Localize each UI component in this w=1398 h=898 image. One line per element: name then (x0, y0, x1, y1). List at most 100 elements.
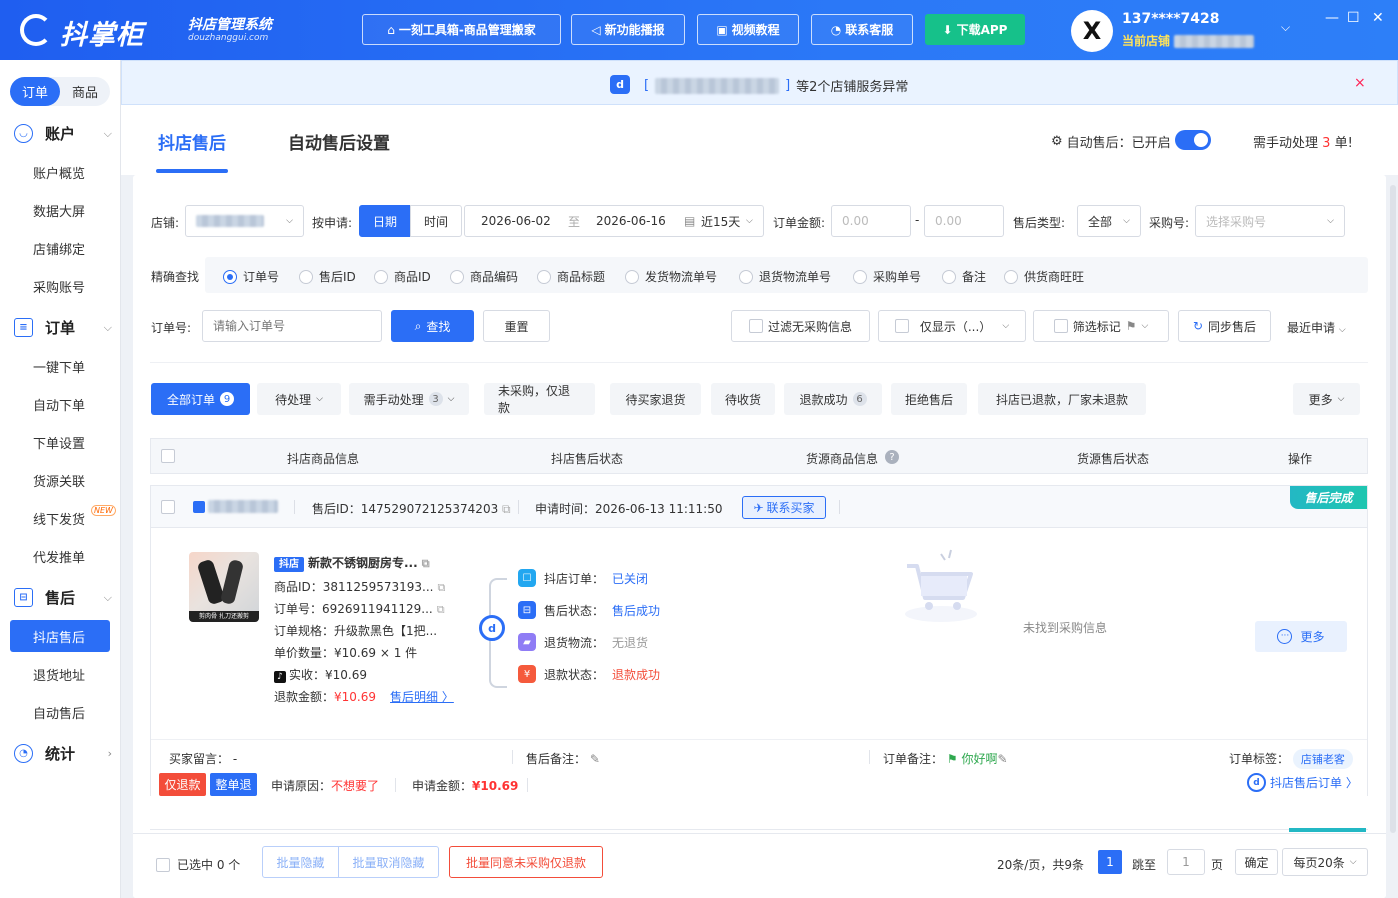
edit-icon[interactable]: ✎ (997, 752, 1007, 766)
flag-icon: ⚑ (1125, 319, 1137, 333)
shop-select[interactable]: ⌵ (185, 205, 304, 237)
douyin-aftersale-order-link[interactable]: d 抖店售后订单 〉 (1247, 773, 1358, 792)
amount-max-input[interactable]: 0.00 (924, 205, 1004, 237)
aftersale-type-select[interactable]: 全部 ⌵ (1077, 205, 1141, 237)
account-dropdown-icon[interactable]: ⌵ (1281, 20, 1290, 35)
order-icon: ☐ (518, 569, 536, 587)
close-window-icon[interactable]: ✕ (1372, 10, 1384, 26)
avatar[interactable]: X (1071, 10, 1113, 52)
jump-confirm-button[interactable]: 确定 (1235, 849, 1278, 875)
help-icon[interactable]: ? (885, 450, 899, 464)
only-show-select[interactable]: 仅显示（...） ⌵ (878, 310, 1026, 342)
auto-aftersale-toggle[interactable] (1175, 130, 1211, 150)
switch-products[interactable]: 商品 (60, 77, 110, 106)
status-tab-refund-only[interactable]: 未采购，仅退款 (484, 383, 595, 415)
copy-icon[interactable]: ⧉ (437, 581, 445, 594)
sidebar-item-purchase-account[interactable]: 采购账号 (10, 270, 110, 302)
status-tab-rejected[interactable]: 拒绝售后 (891, 383, 967, 415)
sidebar-item-order-settings[interactable]: 下单设置 (10, 426, 110, 458)
radio-purchase-no[interactable]: 采购单号 (853, 268, 921, 285)
status-tab-await-receive[interactable]: 待收货 (711, 383, 775, 415)
mode-date-button[interactable]: 日期 (359, 205, 411, 237)
download-app-button[interactable]: ⬇ 下载APP (925, 14, 1025, 45)
sidebar-item-source-link[interactable]: 货源关联 (10, 464, 110, 496)
product-title[interactable]: 抖店 新款不锈钢厨房专... ⧉ (274, 554, 430, 572)
select-all-checkbox[interactable] (161, 449, 175, 463)
purchase-no-select[interactable]: 选择采购号 ⌵ (1195, 205, 1345, 237)
switch-orders[interactable]: 订单 (10, 77, 60, 106)
search-button[interactable]: ⌕ 查找 (391, 310, 474, 342)
close-icon[interactable]: × (1354, 75, 1366, 91)
batch-unhide-button[interactable]: 批量取消隐藏 (338, 846, 439, 878)
reset-button[interactable]: 重置 (483, 310, 550, 342)
sidebar-item-douyin-aftersale[interactable]: 抖店售后 (10, 620, 110, 652)
jump-page-input[interactable]: 1 (1167, 849, 1205, 875)
contact-buyer-button[interactable]: ✈ 联系买家 (742, 496, 826, 519)
sidebar-item-return-address[interactable]: 退货地址 (10, 658, 110, 690)
order-checkbox[interactable] (161, 500, 175, 514)
chevron-down-icon: ⌵ (1123, 216, 1130, 226)
minimize-icon[interactable]: — (1325, 10, 1339, 26)
batch-agree-refund-button[interactable]: 批量同意未采购仅退款 (449, 846, 603, 878)
radio-order-no[interactable]: 订单号 (223, 268, 279, 285)
radio-remark[interactable]: 备注 (942, 268, 986, 285)
checkbox (748, 319, 763, 333)
sidebar-item-one-click-order[interactable]: 一键下单 (10, 350, 110, 382)
select-page-checkbox[interactable] (156, 857, 170, 872)
radio-aftersale-id[interactable]: 售后ID (299, 268, 356, 285)
status-tab-manual[interactable]: 需手动处理 3 ⌵ (349, 383, 469, 415)
radio-ship-tracking[interactable]: 发货物流单号 (625, 268, 717, 285)
sidebar-group-account[interactable]: ◡ 账户 ⌵ (14, 123, 114, 144)
aftersale-detail-link[interactable]: 售后明细 〉 (390, 690, 454, 704)
status-tab-pending[interactable]: 待处理 ⌵ (257, 383, 341, 415)
radio-product-id[interactable]: 商品ID (374, 268, 431, 285)
status-tab-all[interactable]: 全部订单 9 (151, 383, 250, 415)
mode-time-button[interactable]: 时间 (410, 205, 462, 237)
tab-douyin-aftersale[interactable]: 抖店售后 (158, 129, 226, 154)
sidebar-item-auto-order[interactable]: 自动下单 (10, 388, 110, 420)
sidebar-item-data-screen[interactable]: 数据大屏 (10, 194, 110, 226)
radio-product-code[interactable]: 商品编码 (450, 268, 518, 285)
status-tab-shop-refunded[interactable]: 抖店已退款，厂家未退款 (978, 383, 1146, 415)
maximize-icon[interactable]: ☐ (1347, 10, 1360, 26)
filter-no-purchase-checkbox[interactable]: 过滤无采购信息 (731, 310, 870, 342)
radio-product-title[interactable]: 商品标题 (537, 268, 605, 285)
order-no-input[interactable] (202, 310, 382, 342)
page-1-button[interactable]: 1 (1098, 850, 1122, 874)
copy-icon[interactable]: ⧉ (502, 502, 511, 516)
date-range-picker[interactable]: 2026-06-02 至 2026-06-16 ▤ 近15天 ⌵ (464, 205, 764, 237)
sidebar-group-orders[interactable]: ≡ 订单 ⌵ (14, 317, 114, 338)
sort-select[interactable]: 最近申请 ⌵ (1287, 319, 1346, 336)
status-tab-more[interactable]: 更多 ⌵ (1293, 383, 1360, 415)
new-features-button[interactable]: ◁ 新功能播报 (571, 14, 685, 45)
sync-aftersale-button[interactable]: ↻ 同步售后 (1178, 310, 1271, 342)
tab-auto-aftersale-settings[interactable]: 自动售后设置 (288, 129, 390, 154)
mark-filter-select[interactable]: 筛选标记 ⚑ ⌵ (1033, 310, 1169, 342)
scrollbar[interactable] (1390, 185, 1396, 833)
more-actions-button[interactable]: ··· 更多 (1255, 621, 1347, 652)
radio-supplier-ww[interactable]: 供货商旺旺 (1004, 268, 1084, 285)
sidebar-group-stats[interactable]: ◔ 统计 › (14, 743, 114, 764)
copy-icon[interactable]: ⧉ (437, 603, 445, 616)
selected-count: 已选中 0 个 (156, 856, 240, 873)
sidebar-item-shop-binding[interactable]: 店铺绑定 (10, 232, 110, 264)
toolbox-button[interactable]: ⌂ 一刻工具箱-商品管理搬家 (362, 14, 561, 45)
batch-hide-button[interactable]: 批量隐藏 (262, 846, 339, 878)
sidebar-item-auto-aftersale[interactable]: 自动售后 (10, 696, 110, 728)
product-thumbnail[interactable]: 剪肉骨 扎刀还搬剪 (189, 552, 259, 622)
sidebar-group-aftersale[interactable]: ⊟ 售后 ⌵ (14, 587, 114, 608)
sidebar-item-offline-ship[interactable]: 线下发货 NEW (10, 502, 116, 534)
sidebar-item-push-order[interactable]: 代发推单 (10, 540, 110, 572)
amount-min-input[interactable]: 0.00 (831, 205, 911, 237)
shop-name-redacted (1174, 35, 1255, 48)
status-tab-refund-success[interactable]: 退款成功 6 (784, 383, 882, 415)
status-tab-await-return[interactable]: 待买家退货 (610, 383, 701, 415)
radio-return-tracking[interactable]: 退货物流单号 (739, 268, 831, 285)
contact-support-button[interactable]: ◔ 联系客服 (811, 14, 913, 45)
amount-filter-label: 订单金额: (773, 216, 826, 230)
edit-icon[interactable]: ✎ (590, 752, 600, 766)
page-size-select[interactable]: 每页20条 ⌵ (1282, 848, 1368, 876)
copy-icon[interactable]: ⧉ (422, 557, 430, 570)
sidebar-item-account-overview[interactable]: 账户概览 (10, 156, 110, 188)
video-tutorial-button[interactable]: ▣ 视频教程 (697, 14, 799, 45)
